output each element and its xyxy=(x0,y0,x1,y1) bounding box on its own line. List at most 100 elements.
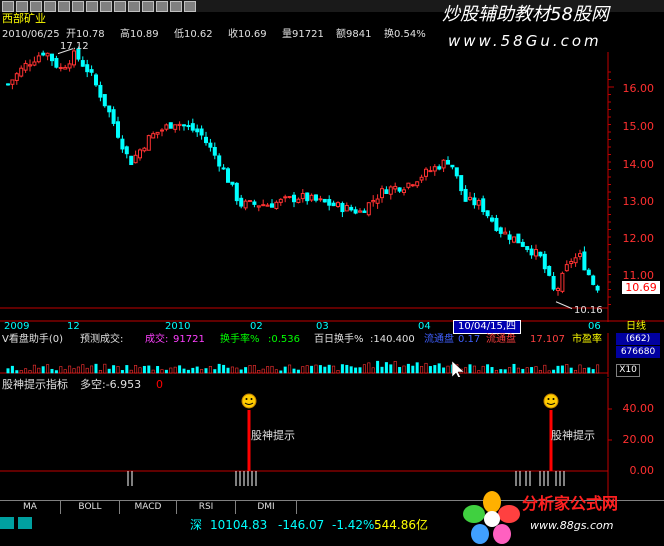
indicator-axis-label: 40.00 xyxy=(622,402,655,415)
tab-boll[interactable]: BOLL xyxy=(61,501,120,514)
toolbar-tool-icon[interactable] xyxy=(128,1,140,12)
volume-bar xyxy=(472,365,476,374)
candle-body xyxy=(569,261,574,264)
volume-bar xyxy=(164,369,168,374)
volume-bar xyxy=(428,366,432,374)
candle-body xyxy=(186,125,191,128)
volume-bar xyxy=(362,364,366,374)
volume-bar xyxy=(380,366,384,374)
volume-bar xyxy=(90,365,94,374)
candle-body xyxy=(287,196,292,199)
volume-bar xyxy=(222,364,226,374)
pe-label: 市盈率 xyxy=(572,334,602,345)
toolbar-tool-icon[interactable] xyxy=(2,1,14,12)
toolbar-tool-icon[interactable] xyxy=(142,1,154,12)
candle-body xyxy=(380,188,384,199)
candle-body xyxy=(41,52,46,56)
candle-body xyxy=(111,109,116,124)
volume-bar xyxy=(63,369,67,374)
candlestick-chart[interactable] xyxy=(0,12,664,322)
price-axis-label: 13.00 xyxy=(622,195,655,208)
volume-bar xyxy=(147,365,151,374)
candle-body xyxy=(107,105,112,113)
volume-bar xyxy=(591,369,595,374)
volume-bar xyxy=(248,365,252,374)
tab-ma[interactable]: MA xyxy=(0,501,61,514)
toolbar-tool-icon[interactable] xyxy=(30,1,42,12)
toolbar-tool-icon[interactable] xyxy=(156,1,168,12)
volume-bar xyxy=(411,365,415,374)
candle-body xyxy=(94,74,98,86)
toolbar-tool-icon[interactable] xyxy=(72,1,84,12)
candle-body xyxy=(292,194,296,203)
volume-bar xyxy=(191,367,195,374)
price-axis-label: 15.00 xyxy=(622,120,655,133)
toolbar-tool-icon[interactable] xyxy=(44,1,56,12)
toolbar-tool-icon[interactable] xyxy=(170,1,182,12)
tab-rsi[interactable]: RSI xyxy=(177,501,236,514)
candle-body xyxy=(19,67,24,77)
volume-bar xyxy=(512,363,516,374)
candle-body xyxy=(168,122,173,129)
volume-bar xyxy=(239,369,243,374)
candle-body xyxy=(239,197,244,207)
deal-label: 成交: xyxy=(145,334,169,345)
candle-body xyxy=(432,166,437,172)
volume-bar xyxy=(552,369,556,374)
toolbar-tool-icon[interactable] xyxy=(58,1,70,12)
candle-body xyxy=(67,63,72,69)
volume-bar xyxy=(358,367,362,374)
toolbar-tool-icon[interactable] xyxy=(100,1,112,12)
candle-body xyxy=(406,182,411,188)
volume-bar xyxy=(384,362,388,374)
volume-bar xyxy=(345,364,349,374)
candle-body xyxy=(366,202,371,216)
candle-body xyxy=(560,272,565,292)
candle-body xyxy=(485,210,490,217)
candle-body xyxy=(270,203,274,208)
candle-body xyxy=(468,196,472,201)
tab-dmi[interactable]: DMI xyxy=(236,501,297,514)
candle-body xyxy=(415,181,420,187)
candle-body xyxy=(89,69,94,73)
candle-body xyxy=(595,285,600,291)
volume-bar xyxy=(160,369,164,374)
volume-bar xyxy=(406,363,410,374)
toolbar-tool-icon[interactable] xyxy=(184,1,196,12)
volume-bar xyxy=(28,370,32,374)
time-label: 03 xyxy=(316,321,329,332)
candle-body xyxy=(14,73,19,81)
volume-bar xyxy=(596,364,600,374)
candle-body xyxy=(459,175,464,192)
volume-bar xyxy=(296,369,300,374)
candle-body xyxy=(481,198,486,213)
candle-body xyxy=(199,128,204,136)
candle-body xyxy=(230,181,235,185)
volume-bar xyxy=(371,367,375,374)
volume-bar xyxy=(103,363,107,374)
volume-bar xyxy=(50,368,54,374)
candle-body xyxy=(507,234,512,240)
toolbar-tool-icon[interactable] xyxy=(114,1,126,12)
candle-body xyxy=(142,147,147,152)
toolbar-tool-icon[interactable] xyxy=(86,1,98,12)
candle-body xyxy=(547,265,552,276)
candle-body xyxy=(23,62,28,71)
candle-body xyxy=(234,182,239,202)
volume-bar xyxy=(415,362,419,374)
tab-macd[interactable]: MACD xyxy=(120,501,177,514)
candle-body xyxy=(58,66,63,69)
price-axis-label: 16.00 xyxy=(622,82,655,95)
candle-body xyxy=(419,176,424,181)
volume-bar xyxy=(538,370,542,374)
candle-body xyxy=(402,189,406,193)
volume-bar xyxy=(398,367,402,374)
candle-body xyxy=(384,189,389,194)
volume-bar xyxy=(112,365,116,374)
candle-body xyxy=(54,57,59,68)
toolbar-tool-icon[interactable] xyxy=(16,1,28,12)
candle-body xyxy=(85,64,90,73)
cursor-date-label: 10/04/15,四 xyxy=(453,320,521,334)
volume-bar xyxy=(481,365,485,374)
period-label[interactable]: 日线 xyxy=(626,321,646,333)
